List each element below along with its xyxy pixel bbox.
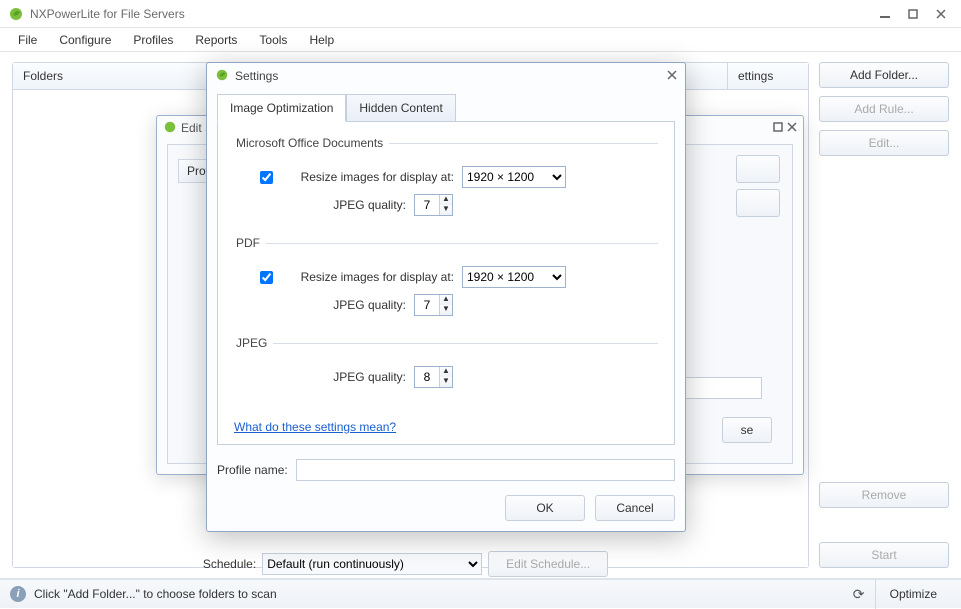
group-office-legend: Microsoft Office Documents [234, 136, 389, 150]
office-resize-label: Resize images for display at: [284, 170, 454, 184]
side-buttons: Add Folder... Add Rule... Edit... Remove… [819, 62, 949, 568]
menubar: File Configure Profiles Reports Tools He… [0, 28, 961, 52]
remove-button[interactable]: Remove [819, 482, 949, 508]
office-jpeg-spinner[interactable]: ▲▼ [414, 194, 453, 216]
pdf-resize-label: Resize images for display at: [284, 270, 454, 284]
cancel-button[interactable]: Cancel [595, 495, 675, 521]
schedule-row: Schedule: Default (run continuously) Edi… [0, 550, 811, 578]
settings-title: Settings [235, 69, 667, 83]
app-icon [8, 6, 24, 22]
group-jpeg-legend: JPEG [234, 336, 273, 350]
menu-profiles[interactable]: Profiles [123, 31, 183, 49]
close-button[interactable] [929, 6, 953, 22]
jpeg-quality-spinner[interactable]: ▲▼ [414, 366, 453, 388]
edit-window-side-button-2[interactable] [736, 189, 780, 217]
jpeg-quality-value[interactable] [415, 367, 439, 387]
add-folder-button[interactable]: Add Folder... [819, 62, 949, 88]
group-pdf: PDF Resize images for display at: 1920 ×… [234, 236, 658, 326]
spin-down-icon[interactable]: ▼ [440, 205, 452, 215]
group-office: Microsoft Office Documents Resize images… [234, 136, 658, 226]
status-hint: Click "Add Folder..." to choose folders … [34, 587, 277, 601]
menu-tools[interactable]: Tools [249, 31, 297, 49]
profile-name-label: Profile name: [217, 463, 288, 477]
settings-close-icon[interactable] [667, 69, 677, 83]
pdf-resize-checkbox[interactable] [260, 271, 273, 284]
menu-help[interactable]: Help [299, 31, 344, 49]
menu-reports[interactable]: Reports [185, 31, 247, 49]
office-jpeg-label: JPEG quality: [256, 198, 406, 212]
info-icon: i [10, 586, 26, 602]
settings-dialog: Settings Image Optimization Hidden Conte… [206, 62, 686, 532]
add-rule-button[interactable]: Add Rule... [819, 96, 949, 122]
spin-down-icon[interactable]: ▼ [440, 377, 452, 387]
titlebar: NXPowerLite for File Servers [0, 0, 961, 28]
group-jpeg: JPEG JPEG quality: ▲▼ [234, 336, 658, 398]
schedule-select[interactable]: Default (run continuously) [262, 553, 482, 575]
pdf-jpeg-value[interactable] [415, 295, 439, 315]
settings-icon [215, 68, 229, 85]
edit-schedule-button[interactable]: Edit Schedule... [488, 551, 608, 577]
maximize-button[interactable] [901, 6, 925, 22]
office-resize-checkbox[interactable] [260, 171, 273, 184]
menu-file[interactable]: File [8, 31, 47, 49]
edit-window-side-button-1[interactable] [736, 155, 780, 183]
menu-configure[interactable]: Configure [49, 31, 121, 49]
minimize-button[interactable] [873, 6, 897, 22]
office-resize-select[interactable]: 1920 × 1200 [462, 166, 566, 188]
pdf-resize-select[interactable]: 1920 × 1200 [462, 266, 566, 288]
spin-down-icon[interactable]: ▼ [440, 305, 452, 315]
group-pdf-legend: PDF [234, 236, 266, 250]
edit-button[interactable]: Edit... [819, 130, 949, 156]
profile-name-input[interactable] [296, 459, 675, 481]
statusbar: i Click "Add Folder..." to choose folder… [0, 578, 961, 608]
edit-window-close[interactable] [787, 121, 797, 135]
tab-image-optimization[interactable]: Image Optimization [217, 94, 346, 122]
edit-window-maximize[interactable] [773, 121, 783, 135]
office-jpeg-value[interactable] [415, 195, 439, 215]
optimize-button[interactable]: Optimize [875, 579, 951, 609]
ok-button[interactable]: OK [505, 495, 585, 521]
refresh-icon[interactable]: ⟳ [851, 586, 867, 602]
settings-tabpanel: Microsoft Office Documents Resize images… [217, 121, 675, 445]
pdf-jpeg-label: JPEG quality: [256, 298, 406, 312]
edit-window-icon [163, 120, 177, 137]
schedule-label: Schedule: [203, 557, 256, 571]
help-link[interactable]: What do these settings mean? [234, 420, 396, 434]
pdf-jpeg-spinner[interactable]: ▲▼ [414, 294, 453, 316]
settings-column-header[interactable]: ettings [728, 63, 808, 89]
jpeg-quality-label: JPEG quality: [256, 370, 406, 384]
edit-window-se-button[interactable]: se [722, 417, 772, 443]
tab-hidden-content[interactable]: Hidden Content [346, 94, 455, 122]
start-button[interactable]: Start [819, 542, 949, 568]
app-title: NXPowerLite for File Servers [30, 7, 869, 21]
